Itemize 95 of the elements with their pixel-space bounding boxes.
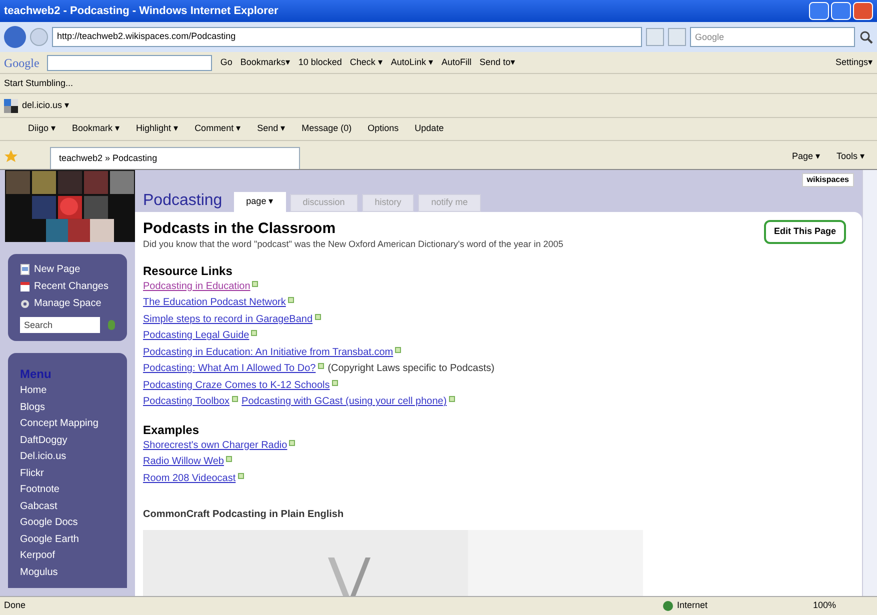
google-logo: Google: [4, 54, 40, 72]
forward-button[interactable]: [30, 28, 48, 46]
toolbar-button[interactable]: 10 blocked: [298, 56, 342, 70]
external-link-icon: [395, 346, 402, 352]
browser-tab[interactable]: teachweb2 » Podcasting: [50, 147, 300, 169]
menu-link[interactable]: Kerpoof: [20, 548, 115, 564]
command-button[interactable]: Tools ▾: [836, 150, 865, 163]
external-link-icon: [252, 280, 258, 286]
zoom-button[interactable]: 100%: [813, 599, 873, 613]
wiki-search-field[interactable]: Search: [20, 317, 100, 333]
wikispaces-badge[interactable]: wikispaces: [802, 173, 854, 187]
address-field[interactable]: http://teachweb2.wikispaces.com/Podcasting: [52, 27, 642, 47]
toolbar-button[interactable]: Bookmarks▾: [240, 56, 290, 70]
calendar-icon: [20, 281, 30, 292]
scrollbar[interactable]: [862, 170, 877, 596]
menu-link[interactable]: Concept Mapping: [20, 416, 115, 432]
resource-link[interactable]: Simple steps to record in GarageBand: [143, 312, 321, 328]
toolbar-button[interactable]: Send ▾: [257, 122, 286, 136]
browser-search-field[interactable]: Google: [690, 27, 855, 47]
menu-link[interactable]: Del.icio.us: [20, 449, 115, 466]
settings-button[interactable]: Settings▾: [835, 56, 873, 70]
status-text: Done: [4, 599, 27, 612]
resource-link[interactable]: Radio Willow Web: [143, 454, 232, 470]
nav-link[interactable]: Recent Changes: [20, 279, 115, 294]
toolbar-button[interactable]: AutoLink ▾: [390, 56, 434, 70]
resource-link[interactable]: Podcasting in Education: [143, 278, 258, 295]
command-button[interactable]: Page ▾: [792, 150, 820, 163]
toolbar-button[interactable]: Diigo ▾: [28, 122, 56, 136]
section-heading: Examples: [143, 422, 200, 438]
resource-link[interactable]: Room 208 Videocast: [143, 470, 244, 487]
zone-indicator: Internet: [663, 599, 813, 613]
toolbar-button[interactable]: Go: [220, 56, 232, 70]
go-button[interactable]: [108, 320, 115, 330]
resource-link[interactable]: Shorecrest's own Charger Radio: [143, 438, 296, 454]
section-heading: Resource Links: [143, 264, 234, 278]
toolbar-button[interactable]: Highlight ▾: [136, 122, 179, 136]
toolbar-button[interactable]: Send to▾: [479, 56, 516, 70]
menu-link[interactable]: Mogulus: [20, 564, 115, 581]
refresh-button[interactable]: [646, 28, 664, 46]
intro-text: Did you know that the word "podcast" was the New Oxford American Dictionary's word of the year in 2005: [143, 238, 564, 251]
delicious-icon: [4, 98, 18, 112]
minimize-button[interactable]: [809, 2, 829, 20]
menu-heading: Menu: [20, 366, 52, 383]
menu-link[interactable]: Google Docs: [20, 515, 115, 532]
menu-link[interactable]: Flickr: [20, 466, 115, 482]
menu-link[interactable]: Blogs: [20, 400, 115, 416]
external-link-icon: [226, 456, 232, 462]
google-search-field[interactable]: [47, 54, 212, 70]
external-link-icon: [289, 440, 296, 446]
menu-link[interactable]: DaftDoggy: [20, 432, 115, 449]
resource-link[interactable]: Podcasting in Education: An Initiative from Transbat.com: [143, 344, 402, 361]
resource-link[interactable]: Podcasting Craze Comes to K-12 Schools: [143, 378, 338, 394]
resource-link[interactable]: Podcasting Toolbox: [143, 394, 238, 410]
menu-link[interactable]: Gabcast: [20, 498, 115, 515]
external-link-icon: [448, 396, 455, 402]
menu-link[interactable]: Home: [20, 383, 115, 400]
external-link-icon: [318, 363, 324, 369]
resource-link[interactable]: The Education Podcast Network: [143, 295, 294, 312]
link-note: (Copyright Laws specific to Podcasts): [328, 362, 494, 376]
page-heading: Podcasts in the Classroom: [143, 220, 337, 238]
back-button[interactable]: [4, 26, 26, 48]
edit-page-button[interactable]: Edit This Page: [764, 220, 846, 244]
external-link-icon: [314, 314, 321, 320]
page-icon: [20, 264, 30, 275]
favorites-star-icon[interactable]: [4, 149, 18, 163]
external-link-icon: [251, 330, 258, 336]
toolbar-button[interactable]: Comment ▾: [194, 122, 242, 136]
stumble-button[interactable]: Start Stumbling...: [4, 76, 74, 90]
toolbar-button[interactable]: AutoFill: [441, 56, 472, 70]
toolbar-button[interactable]: Update: [414, 122, 444, 136]
stop-button[interactable]: [668, 28, 686, 46]
resource-link[interactable]: Podcasting with GCast (using your cell phone): [242, 394, 455, 410]
gear-icon: [20, 298, 30, 308]
resource-link[interactable]: Podcasting Legal Guide: [143, 328, 258, 344]
search-icon[interactable]: [859, 30, 873, 44]
window-title: teachweb2 - Podcasting - Windows Internet Explorer: [4, 4, 280, 19]
toolbar-button[interactable]: Message (0): [302, 122, 352, 136]
toolbar-button[interactable]: Options: [368, 122, 399, 136]
toolbar-button[interactable]: Bookmark ▾: [72, 122, 120, 136]
toolbar-button[interactable]: Check ▾: [350, 56, 383, 70]
external-link-icon: [232, 396, 238, 402]
maximize-button[interactable]: [831, 2, 851, 20]
external-link-icon: [288, 297, 294, 303]
resource-link[interactable]: Podcasting: What Am I Allowed To Do?: [143, 361, 324, 378]
close-button[interactable]: [853, 2, 873, 20]
video-title: CommonCraft Podcasting in Plain English: [143, 508, 345, 522]
nav-link[interactable]: New Page: [20, 262, 115, 277]
delicious-button[interactable]: del.icio.us ▾: [22, 98, 70, 112]
page-title: Podcasting: [143, 191, 222, 211]
menu-link[interactable]: Google Earth: [20, 532, 115, 548]
menu-link[interactable]: Footnote: [20, 482, 115, 498]
external-link-icon: [332, 380, 338, 386]
external-link-icon: [238, 472, 244, 478]
page-tab[interactable]: page ▾: [234, 192, 286, 212]
nav-link[interactable]: Manage Space: [20, 296, 115, 311]
